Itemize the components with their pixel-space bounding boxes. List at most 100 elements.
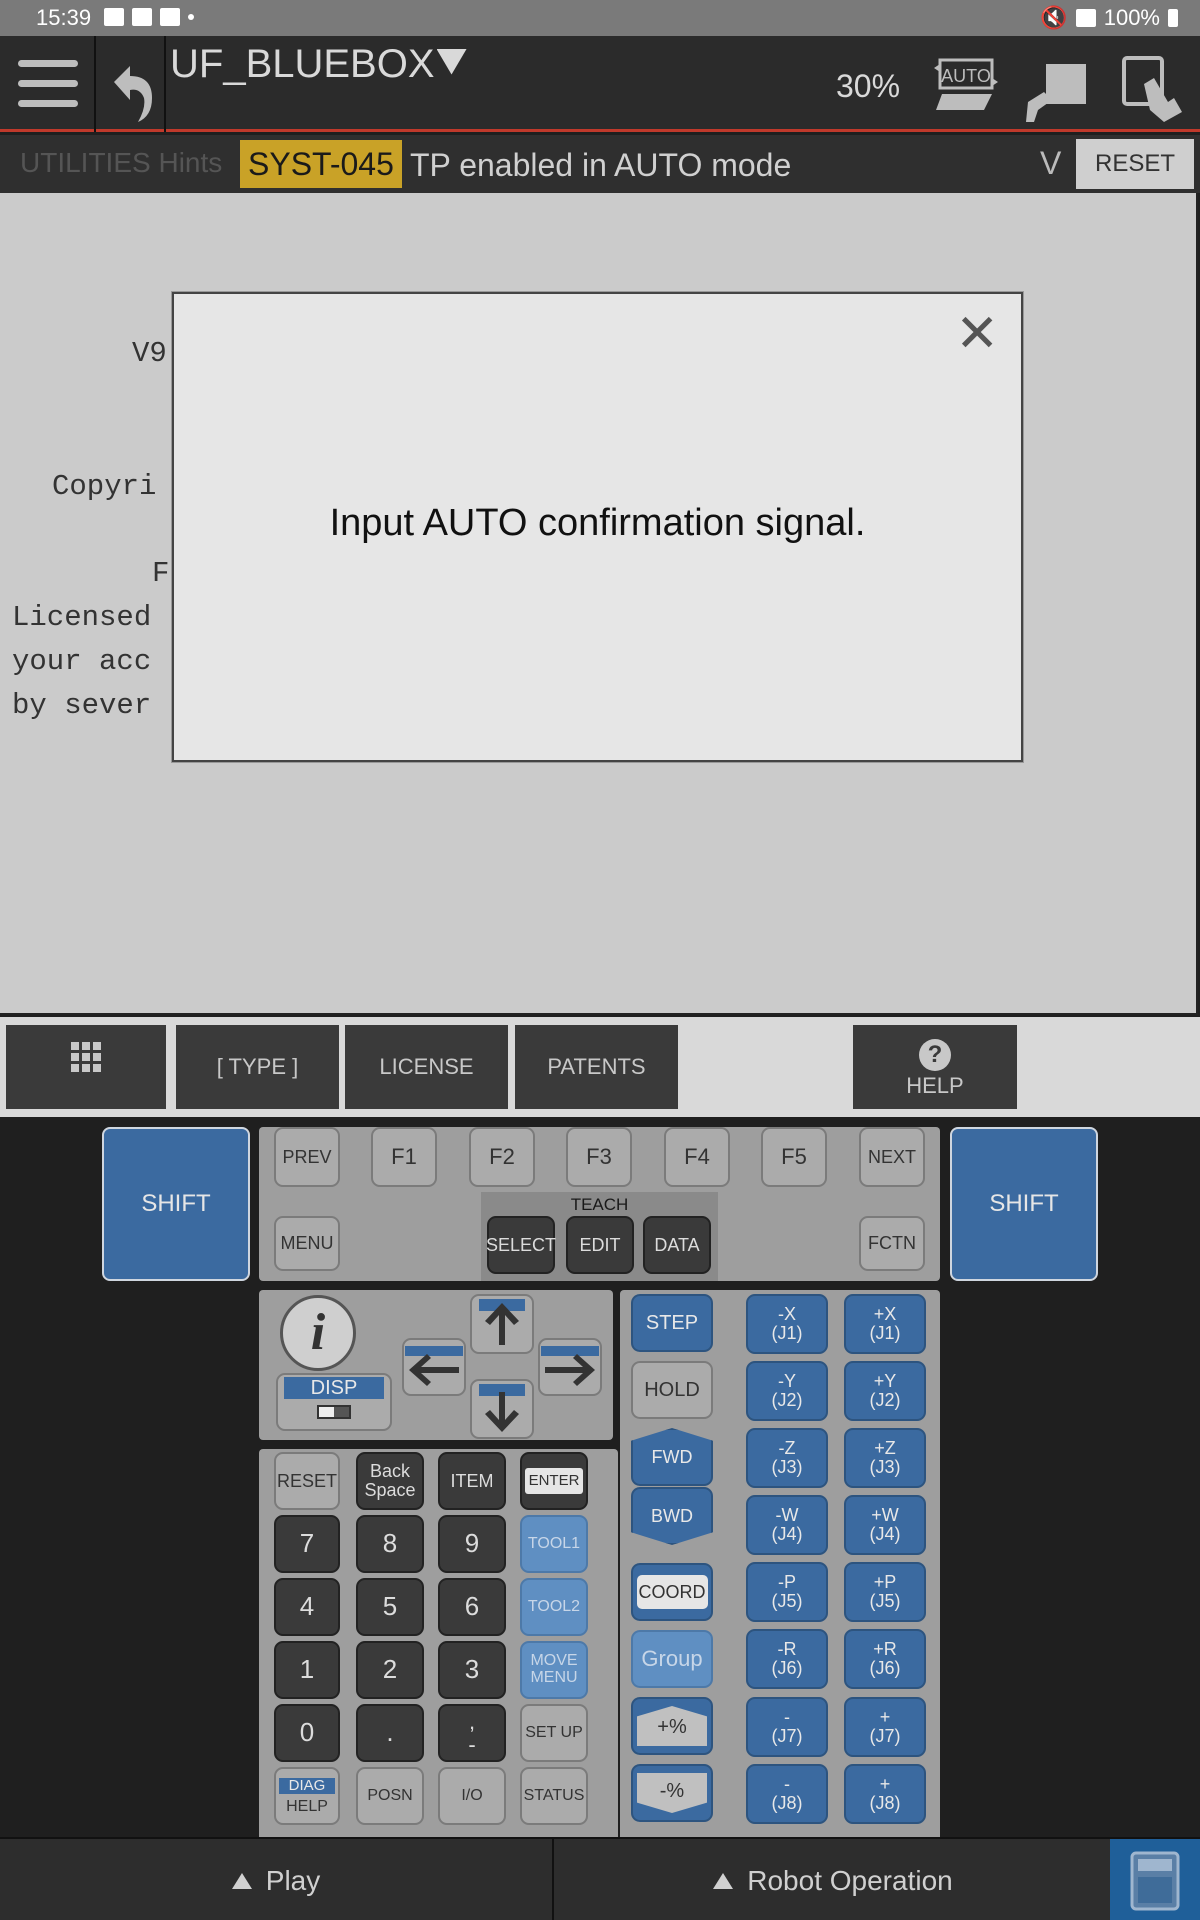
alarm-expand-icon[interactable]: V: [1040, 145, 1061, 182]
disp-label: DISP: [284, 1377, 384, 1399]
help-key-label: HELP: [286, 1797, 328, 1815]
num-0-key[interactable]: 0: [274, 1704, 340, 1762]
alarm-reset-button[interactable]: RESET: [1076, 139, 1194, 189]
jog-plus-r-key[interactable]: +R (J6): [844, 1629, 926, 1689]
jog-plus-j8-key[interactable]: + (J8): [844, 1764, 926, 1824]
num-9-key[interactable]: 9: [438, 1515, 506, 1573]
jog-minus-x-key[interactable]: -X (J1): [746, 1294, 828, 1354]
jog-minus-z-key[interactable]: -Z (J3): [746, 1428, 828, 1488]
shift-right-button[interactable]: SHIFT: [950, 1127, 1098, 1281]
decimal-key[interactable]: .: [356, 1704, 424, 1762]
jog-plus-w-key[interactable]: +W (J4): [844, 1495, 926, 1555]
menu-key[interactable]: MENU: [274, 1216, 340, 1271]
select-key[interactable]: SELECT: [486, 1216, 556, 1274]
content-line: Licensed: [12, 601, 152, 634]
num-8-key[interactable]: 8: [356, 1515, 424, 1573]
grid-icon: [71, 1042, 101, 1072]
edit-key[interactable]: EDIT: [566, 1216, 634, 1274]
alarm-message: TP enabled in AUTO mode: [410, 147, 792, 183]
plus-percent-label: +%: [637, 1706, 707, 1746]
shift-left-button[interactable]: SHIFT: [102, 1127, 250, 1281]
jog-plus-x-key[interactable]: +X (J1): [844, 1294, 926, 1354]
fctn-key[interactable]: FCTN: [859, 1216, 925, 1271]
arrow-left-icon: [405, 1346, 463, 1386]
f2-key[interactable]: F2: [469, 1127, 535, 1187]
type-button[interactable]: [ TYPE ]: [176, 1025, 339, 1109]
arrow-up-key[interactable]: [470, 1294, 534, 1354]
f3-key[interactable]: F3: [566, 1127, 632, 1187]
grid-menu-button[interactable]: [6, 1025, 166, 1109]
jog-minus-p-key[interactable]: -P (J5): [746, 1562, 828, 1622]
diag-help-key[interactable]: DIAG HELP: [274, 1767, 340, 1825]
arrow-down-key[interactable]: [470, 1379, 534, 1439]
jog-minus-j7-key[interactable]: - (J7): [746, 1697, 828, 1757]
jog-axis: +X: [873, 1304, 897, 1325]
main-menu-button[interactable]: [0, 36, 96, 132]
reset-key[interactable]: RESET: [274, 1452, 340, 1510]
status-bar: 15:39 🔇 100%: [0, 0, 1200, 36]
jog-minus-r-key[interactable]: -R (J6): [746, 1629, 828, 1689]
hold-key[interactable]: HOLD: [631, 1361, 713, 1419]
group-key[interactable]: Group: [631, 1630, 713, 1688]
num-1-key[interactable]: 1: [274, 1641, 340, 1699]
play-tab[interactable]: Play: [0, 1839, 554, 1920]
backspace-label-2: Space: [364, 1480, 416, 1500]
license-button[interactable]: LICENSE: [345, 1025, 508, 1109]
num-2-key[interactable]: 2: [356, 1641, 424, 1699]
teach-pendant-touch-icon[interactable]: [1120, 56, 1184, 122]
function-key-bar: [ TYPE ] LICENSE PATENTS ? HELP: [0, 1017, 1200, 1117]
num-4-key[interactable]: 4: [274, 1578, 340, 1636]
posn-key[interactable]: POSN: [356, 1767, 424, 1825]
f4-key[interactable]: F4: [664, 1127, 730, 1187]
plus-percent-key[interactable]: +%: [631, 1697, 713, 1755]
jog-plus-y-key[interactable]: +Y (J2): [844, 1361, 926, 1421]
arrow-right-key[interactable]: [538, 1338, 602, 1396]
coord-key[interactable]: COORD: [631, 1563, 713, 1621]
setup-key[interactable]: SET UP: [520, 1704, 588, 1762]
num-7-key[interactable]: 7: [274, 1515, 340, 1573]
jog-minus-j8-key[interactable]: - (J8): [746, 1764, 828, 1824]
enter-key[interactable]: ENTER: [520, 1452, 588, 1510]
keypad-toggle-button[interactable]: [1110, 1839, 1200, 1920]
data-key[interactable]: DATA: [643, 1216, 711, 1274]
touch-graphic: [1122, 56, 1182, 122]
tool2-key[interactable]: TOOL2: [520, 1578, 588, 1636]
num-5-key[interactable]: 5: [356, 1578, 424, 1636]
auto-mode-icon[interactable]: AUTO: [932, 54, 998, 118]
status-key[interactable]: STATUS: [520, 1767, 588, 1825]
move-menu-key[interactable]: MOVE MENU: [520, 1641, 588, 1699]
alarm-bar[interactable]: UTILITIES Hints SYST-045 TP enabled in A…: [0, 135, 1200, 193]
f5-key[interactable]: F5: [761, 1127, 827, 1187]
io-key[interactable]: I/O: [438, 1767, 506, 1825]
step-key[interactable]: STEP: [631, 1294, 713, 1352]
f1-key[interactable]: F1: [371, 1127, 437, 1187]
jog-joint: (J7): [869, 1726, 901, 1746]
comma-dash-key[interactable]: ,-: [438, 1704, 506, 1762]
jog-plus-j7-key[interactable]: + (J7): [844, 1697, 926, 1757]
num-6-key[interactable]: 6: [438, 1578, 506, 1636]
close-icon[interactable]: ✕: [955, 308, 999, 360]
tool1-key[interactable]: TOOL1: [520, 1515, 588, 1573]
help-button[interactable]: ? HELP: [853, 1025, 1017, 1109]
jog-plus-z-key[interactable]: +Z (J3): [844, 1428, 926, 1488]
jog-minus-w-key[interactable]: -W (J4): [746, 1495, 828, 1555]
num-3-key[interactable]: 3: [438, 1641, 506, 1699]
info-key[interactable]: i: [280, 1295, 356, 1371]
jog-minus-y-key[interactable]: -Y (J2): [746, 1361, 828, 1421]
jog-joint: (J6): [771, 1658, 803, 1678]
program-selector[interactable]: UF_BLUEBOX: [170, 42, 467, 87]
item-key[interactable]: ITEM: [438, 1452, 506, 1510]
prev-key[interactable]: PREV: [274, 1127, 340, 1187]
override-speed[interactable]: 30%: [836, 68, 900, 105]
minus-percent-key[interactable]: -%: [631, 1764, 713, 1822]
patents-button[interactable]: PATENTS: [515, 1025, 678, 1109]
back-button[interactable]: [96, 36, 166, 132]
arrow-left-key[interactable]: [402, 1338, 466, 1396]
disp-key[interactable]: DISP: [276, 1373, 392, 1431]
robot-operation-tab[interactable]: Robot Operation: [556, 1839, 1110, 1920]
jog-plus-p-key[interactable]: +P (J5): [844, 1562, 926, 1622]
robot-icon[interactable]: [1024, 62, 1088, 126]
backspace-key[interactable]: Back Space: [356, 1452, 424, 1510]
move-menu-label-1: MOVE: [530, 1652, 578, 1670]
next-key[interactable]: NEXT: [859, 1127, 925, 1187]
